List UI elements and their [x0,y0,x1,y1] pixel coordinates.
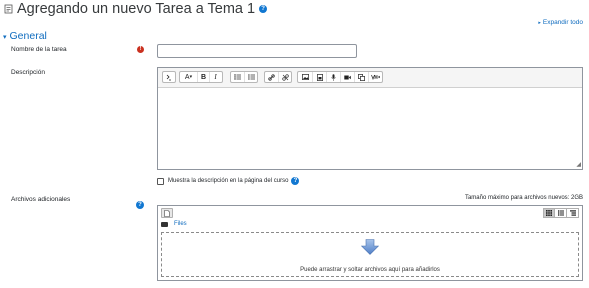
unlink-icon[interactable] [278,72,291,82]
resize-handle-icon[interactable]: ◢ [576,161,581,168]
max-size-text: Tamaño máximo para archivos nuevos: 2GB [464,195,583,201]
image-icon[interactable] [298,72,312,82]
description-editor[interactable]: A ▾ B I ◢ [157,67,583,170]
dropzone-hint: Puede arrastrar y soltar archivos aquí p… [300,267,440,273]
link-icon[interactable] [265,72,278,82]
special-icon[interactable] [368,72,382,82]
unordered-list-icon[interactable] [231,72,244,82]
question-circle-icon[interactable]: ? [136,200,144,209]
download-arrow-icon [360,239,380,260]
microphone-icon[interactable] [326,72,340,82]
additional-files-label: Archivos adicionales [11,196,71,203]
name-input[interactable] [157,44,357,58]
editor-toolbar: A ▾ B I [158,68,582,88]
breadcrumb: Files [161,221,187,227]
name-label: Nombre de la tarea [11,46,67,53]
bold-label: B [200,73,207,81]
grid-view-icon[interactable] [543,208,555,218]
file-icon [164,209,170,217]
page-title-text: Agregando un nuevo Tarea a Tema 1 [17,1,256,17]
breadcrumb-files-link[interactable]: Files [174,221,187,227]
italic-label: I [214,73,217,81]
media-icon[interactable] [312,72,326,82]
required-icon: ! [137,46,144,53]
list-view-icon[interactable] [555,208,567,218]
expand-all-link[interactable]: ▸ Expandir todo [538,19,583,26]
file-picker: Files Puede arrastrar y soltar archivos … [157,205,583,281]
bold-icon[interactable]: B [197,72,209,82]
help-icon-wrap: ? [136,196,144,214]
expand-all-label: Expandir todo [542,19,583,26]
ordered-list-icon[interactable] [244,72,257,82]
font-icon[interactable]: A ▾ [180,72,197,82]
show-description-row: Muestra la descripción en la página del … [157,177,300,185]
question-circle-icon[interactable]: ? [291,177,300,185]
description-label: Descripción [11,69,45,76]
toggle-icon[interactable] [163,72,175,82]
view-switcher [543,208,579,218]
section-title: General [9,30,47,42]
caret-right-icon: ▸ [538,20,541,26]
file-dropzone[interactable]: Puede arrastrar y soltar archivos aquí p… [161,232,579,277]
tree-view-icon[interactable] [567,208,579,218]
show-description-checkbox[interactable] [157,177,164,185]
page-title: Agregando un nuevo Tarea a Tema 1 ? [4,1,268,17]
folder-icon [161,221,168,227]
show-description-label: Muestra la descripción en la página del … [168,178,289,184]
section-toggle-general[interactable]: ▾ General [3,30,47,42]
toolbar-group-3 [230,71,258,83]
add-file-button[interactable] [161,208,173,218]
toolbar-group-4 [264,71,292,83]
assignment-icon [4,2,13,14]
italic-icon[interactable]: I [209,72,221,82]
copy-icon[interactable] [354,72,368,82]
video-icon[interactable] [340,72,354,82]
toolbar-group-2: A ▾ B I [179,71,223,83]
question-circle-icon[interactable]: ? [259,5,268,14]
toolbar-group-1 [162,71,176,83]
toolbar-group-5 [297,71,383,83]
chevron-down-icon: ▾ [3,34,7,41]
